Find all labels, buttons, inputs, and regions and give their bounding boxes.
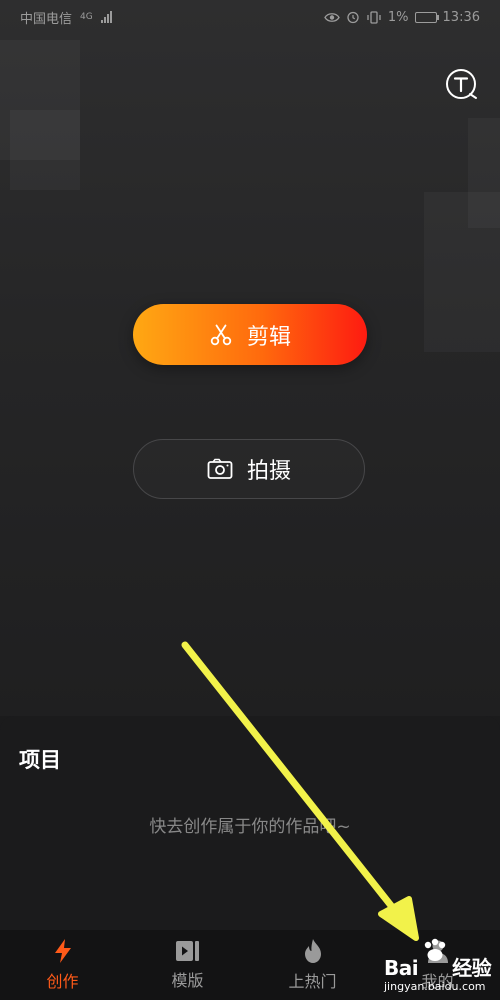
background-shape (424, 192, 500, 352)
eye-icon (324, 12, 340, 22)
status-bar: 中国电信 4G 1% 13:36 (0, 0, 500, 34)
background-shape (10, 110, 80, 190)
baidu-jingyan-watermark: Bai 经验 jingyan.baidu.com (380, 938, 498, 998)
video-play-icon (175, 941, 199, 961)
tutorial-button[interactable] (444, 67, 478, 101)
status-left: 中国电信 4G (20, 8, 112, 27)
status-right: 1% 13:36 (324, 10, 480, 25)
watermark-brand-text: Bai (384, 956, 419, 980)
shoot-button[interactable]: 拍摄 (133, 439, 365, 499)
flame-icon (304, 939, 321, 963)
carrier-name: 中国电信 (20, 11, 73, 27)
edit-button[interactable]: 剪辑 (133, 304, 367, 365)
tab-templates[interactable]: 模版 (125, 930, 250, 1000)
battery-percent: 1% (387, 9, 409, 25)
signal-icon (100, 11, 112, 23)
scissors-icon (210, 324, 232, 345)
tab-templates-label: 模版 (171, 971, 204, 990)
watermark-url: jingyan.baidu.com (384, 980, 486, 993)
tab-create-label: 创作 (46, 972, 79, 991)
t-question-icon (446, 69, 477, 99)
edit-label: 剪辑 (246, 324, 291, 350)
watermark-brand: Bai 经验 (384, 952, 492, 981)
shoot-label: 拍摄 (246, 459, 291, 484)
clock: 13:36 (442, 9, 480, 25)
lightning-icon (54, 939, 71, 963)
alarm-icon (347, 11, 359, 24)
empty-projects-hint: 快去创作属于你的作品吧~ (149, 817, 351, 837)
tab-trending-label: 上热门 (288, 972, 337, 991)
battery-icon (414, 11, 439, 23)
projects-title: 项目 (19, 748, 61, 772)
watermark-product: 经验 (452, 956, 492, 980)
tab-create[interactable]: 创作 (0, 930, 125, 1000)
tab-trending[interactable]: 上热门 (250, 930, 375, 1000)
network-type: 4G (80, 12, 93, 22)
vibrate-icon (367, 10, 381, 24)
camera-icon (207, 458, 233, 479)
